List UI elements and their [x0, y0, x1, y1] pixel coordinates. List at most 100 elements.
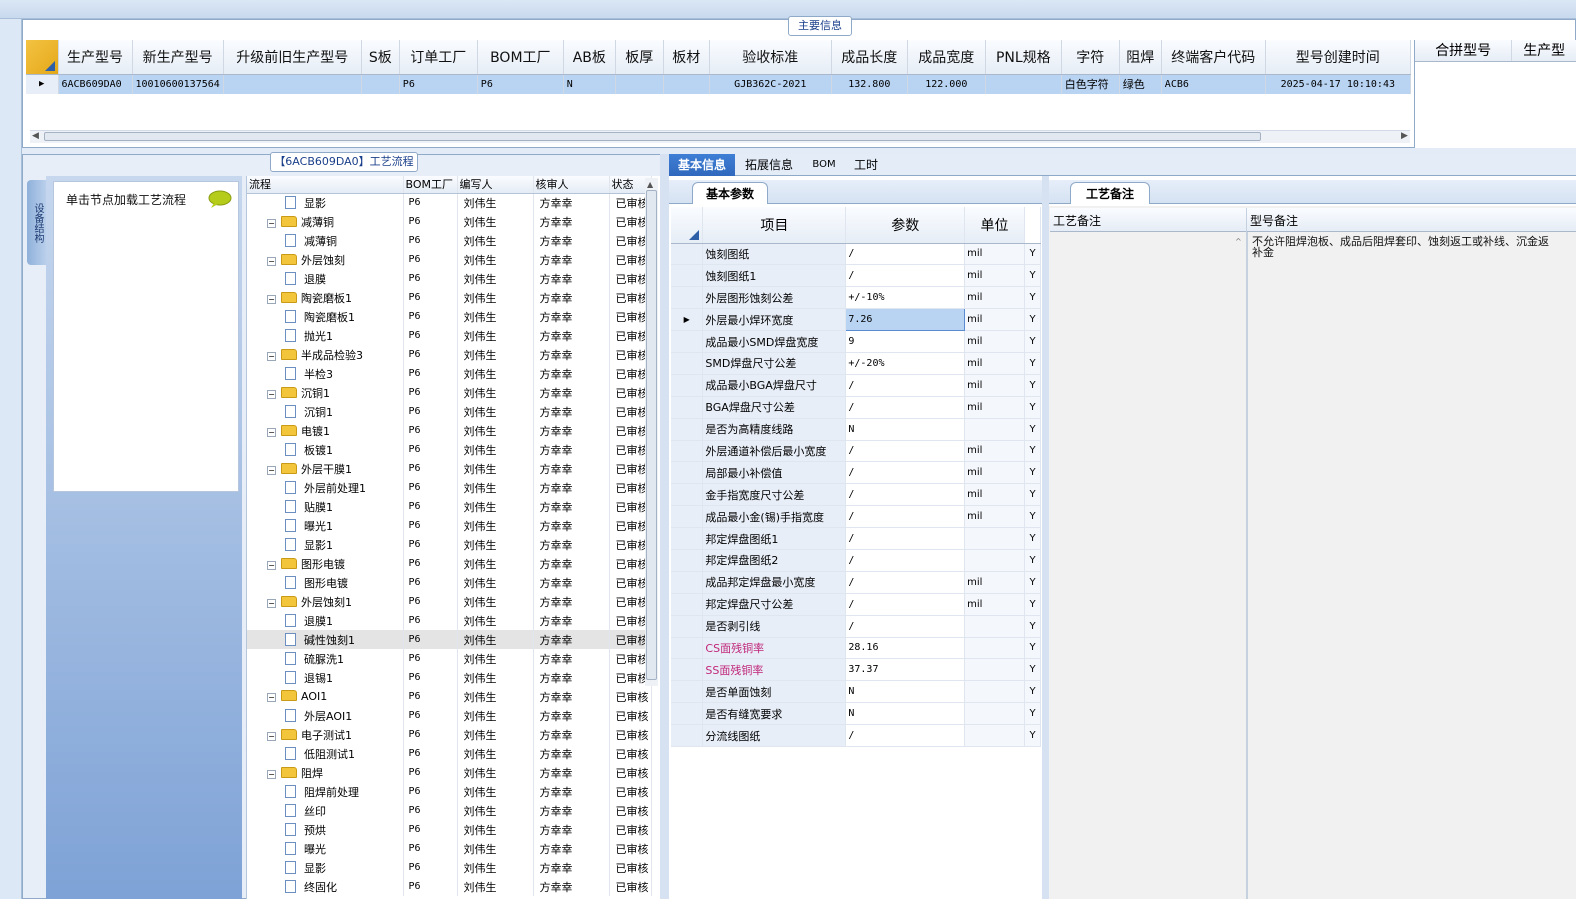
process-remark-header[interactable]: 工艺备注: [1053, 212, 1101, 229]
tab-extended-info[interactable]: 拓展信息: [738, 154, 800, 176]
tree-node[interactable]: 减薄铜: [247, 231, 404, 250]
tab-work-hours[interactable]: 工时: [846, 154, 886, 176]
remark-scroll-up-icon[interactable]: ^: [1235, 237, 1242, 246]
params-col-item[interactable]: 项目: [702, 207, 847, 244]
row-header[interactable]: [671, 286, 704, 310]
params-row[interactable]: 是否为高精度线路 N Y: [671, 418, 1041, 441]
params-row[interactable]: BGA焊盘尺寸公差 / mil Y: [671, 396, 1041, 419]
col-header[interactable]: 板厚: [615, 40, 664, 75]
tree-node[interactable]: − 沉铜1: [247, 383, 404, 402]
table-cell[interactable]: 2025-04-17 10:10:43: [1265, 74, 1411, 94]
table-cell[interactable]: P6: [477, 74, 564, 94]
nav-hint-text[interactable]: 单击节点加载工艺流程: [66, 191, 186, 208]
tree-row[interactable]: 抛光1 P6 刘伟生 方幸幸 已审核: [247, 326, 652, 345]
col-header[interactable]: 成品长度: [831, 40, 908, 75]
tree-row[interactable]: 板镀1 P6 刘伟生 方幸幸 已审核: [247, 440, 652, 459]
tree-row[interactable]: 退膜 P6 刘伟生 方幸幸 已审核: [247, 269, 652, 288]
param-value-cell[interactable]: /: [845, 549, 966, 572]
vertical-splitter[interactable]: [660, 154, 669, 899]
tree-row[interactable]: 终固化 P6 刘伟生 方幸幸 已审核: [247, 877, 652, 896]
row-header[interactable]: [671, 418, 704, 441]
table-cell[interactable]: 122.000: [907, 74, 986, 94]
row-header[interactable]: ▶: [671, 308, 704, 332]
table-cell[interactable]: N: [563, 74, 616, 94]
tree-row[interactable]: 阻焊前处理 P6 刘伟生 方幸幸 已审核: [247, 782, 652, 801]
col-header[interactable]: 终端客户代码: [1161, 40, 1266, 75]
params-col-value[interactable]: 参数: [845, 207, 966, 244]
param-value-cell[interactable]: +/-20%: [845, 352, 966, 375]
table-cell[interactable]: [663, 74, 710, 94]
table-cell[interactable]: 绿色: [1119, 74, 1162, 94]
process-remarks-tab[interactable]: 工艺备注: [1070, 182, 1150, 204]
row-header[interactable]: [671, 396, 704, 419]
tree-row[interactable]: 低阻测试1 P6 刘伟生 方幸幸 已审核: [247, 744, 652, 763]
tree-col-header[interactable]: BOM工厂: [403, 176, 458, 194]
collapse-icon[interactable]: −: [267, 731, 276, 741]
tree-row[interactable]: − 沉铜1 P6 刘伟生 方幸幸 已审核: [247, 383, 652, 402]
tree-node[interactable]: 退锡1: [247, 668, 404, 687]
tree-row[interactable]: 显影1 P6 刘伟生 方幸幸 已审核: [247, 535, 652, 554]
tree-node[interactable]: − 电镀1: [247, 421, 404, 440]
tree-scroll-thumb[interactable]: [646, 190, 657, 680]
params-row[interactable]: 蚀刻图纸 / mil Y: [671, 243, 1041, 266]
row-header[interactable]: [671, 527, 704, 550]
row-header[interactable]: [671, 702, 704, 726]
tree-vertical-scrollbar[interactable]: [645, 178, 658, 686]
tree-node[interactable]: 退膜: [247, 269, 404, 288]
param-value-cell[interactable]: N: [845, 680, 966, 704]
tree-node[interactable]: − 图形电镀: [247, 554, 404, 573]
table-cell[interactable]: 132.800: [831, 74, 908, 94]
scroll-left-icon[interactable]: ◀: [32, 131, 39, 141]
tree-row[interactable]: 丝印 P6 刘伟生 方幸幸 已审核: [247, 801, 652, 820]
param-value-cell[interactable]: /: [845, 396, 966, 419]
table-cell[interactable]: 6ACB609DA0: [58, 74, 133, 94]
tree-row[interactable]: 图形电镀 P6 刘伟生 方幸幸 已审核: [247, 573, 652, 592]
tree-row[interactable]: 半检3 P6 刘伟生 方幸幸 已审核: [247, 364, 652, 383]
tree-row[interactable]: − 半成品检验3 P6 刘伟生 方幸幸 已审核: [247, 345, 652, 364]
scroll-right-icon[interactable]: ▶: [1401, 131, 1408, 141]
tree-row[interactable]: 外层前处理1 P6 刘伟生 方幸幸 已审核: [247, 478, 652, 497]
tree-node[interactable]: − 半成品检验3: [247, 345, 404, 364]
params-row[interactable]: SMD焊盘尺寸公差 +/-20% mil Y: [671, 352, 1041, 375]
param-value-cell[interactable]: /: [845, 374, 966, 397]
col-header[interactable]: PNL规格: [985, 40, 1062, 75]
right-splitter[interactable]: [1042, 176, 1049, 899]
param-value-cell[interactable]: /: [845, 483, 966, 507]
table-row[interactable]: ▶ 6ACB609DA0 10010600137564 P6 P6 N GJB362C-2…: [26, 74, 1411, 94]
tree-node[interactable]: 半检3: [247, 364, 404, 383]
scroll-up-icon[interactable]: ▲: [647, 180, 653, 189]
tab-basic-info[interactable]: 基本信息: [669, 154, 735, 176]
tree-row[interactable]: − 图形电镀 P6 刘伟生 方幸幸 已审核: [247, 554, 652, 573]
col-header[interactable]: 升级前旧生产型号: [223, 40, 362, 75]
tree-row[interactable]: 硫脲洗1 P6 刘伟生 方幸幸 已审核: [247, 649, 652, 668]
tree-row[interactable]: 沉铜1 P6 刘伟生 方幸幸 已审核: [247, 402, 652, 421]
tree-node[interactable]: 曝光: [247, 839, 404, 858]
tree-col-header[interactable]: 编写人: [457, 176, 534, 194]
tree-node[interactable]: 硫脲洗1: [247, 649, 404, 668]
table-cell[interactable]: [361, 74, 400, 94]
param-value-cell[interactable]: /: [845, 571, 966, 594]
params-row[interactable]: CS面残铜率 28.16 Y: [671, 637, 1041, 660]
params-row[interactable]: SS面残铜率 37.37 Y: [671, 658, 1041, 682]
tree-row[interactable]: 显影 P6 刘伟生 方幸幸 已审核: [247, 858, 652, 877]
tree-row[interactable]: 退膜1 P6 刘伟生 方幸幸 已审核: [247, 611, 652, 630]
param-value-cell[interactable]: +/-10%: [845, 286, 966, 310]
col-header[interactable]: 字符: [1061, 40, 1120, 75]
model-remark-header[interactable]: 型号备注: [1250, 212, 1298, 229]
tree-row[interactable]: 预烘 P6 刘伟生 方幸幸 已审核: [247, 820, 652, 839]
param-value-cell[interactable]: /: [845, 243, 966, 266]
tree-node[interactable]: 丝印: [247, 801, 404, 820]
collapse-icon[interactable]: −: [267, 769, 276, 779]
tree-node[interactable]: 阻焊前处理: [247, 782, 404, 801]
params-row[interactable]: ▶ 外层最小焊环宽度 7.26 mil Y: [671, 308, 1041, 332]
param-value-cell[interactable]: /: [845, 527, 966, 550]
params-row[interactable]: 成品最小BGA焊盘尺寸 / mil Y: [671, 374, 1041, 397]
table-cell[interactable]: ACB6: [1161, 74, 1266, 94]
device-structure-tab[interactable]: 设备结构: [27, 180, 47, 265]
col-header[interactable]: 订单工厂: [399, 40, 478, 75]
tree-row[interactable]: 碱性蚀刻1 P6 刘伟生 方幸幸 已审核: [247, 630, 652, 649]
param-value-cell[interactable]: /: [845, 724, 966, 747]
tree-row[interactable]: − AOI1 P6 刘伟生 方幸幸 已审核: [247, 687, 652, 706]
row-header[interactable]: [671, 243, 704, 266]
params-row[interactable]: 成品邦定焊盘最小宽度 / mil Y: [671, 571, 1041, 594]
